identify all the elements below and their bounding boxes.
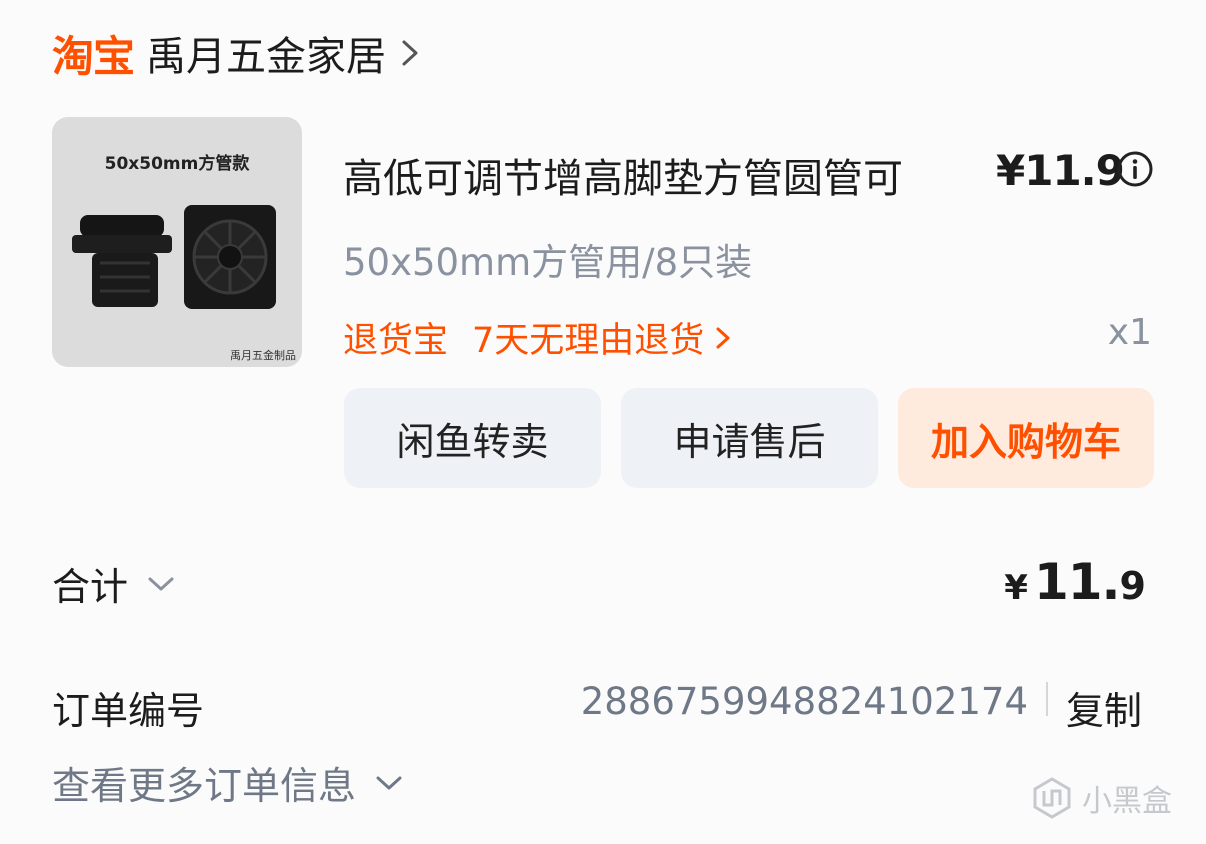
shop-name[interactable]: 禹月五金家居: [146, 24, 386, 82]
watermark-text: 小黑盒: [1082, 784, 1172, 819]
return-guarantee-label: 退货宝: [343, 321, 449, 361]
resell-button[interactable]: 闲鱼转卖: [344, 388, 601, 488]
product-image-watermark: 禹月五金制品: [230, 349, 296, 362]
return-policy-label: 7天无理由退货: [472, 321, 705, 361]
info-icon[interactable]: [1116, 150, 1154, 188]
product-title[interactable]: 高低可调节增高脚垫方管圆管可: [343, 146, 903, 204]
shop-header[interactable]: 淘宝 禹月五金家居: [52, 24, 422, 82]
order-number-label: 订单编号: [52, 689, 205, 733]
chevron-down-icon: [148, 577, 174, 590]
watermark: 小黑盒: [1030, 776, 1172, 820]
product-spec: 50x50mm方管用/8只装: [343, 241, 753, 284]
product-price: ¥11.9: [996, 146, 1125, 195]
return-policy-link[interactable]: 退货宝 7天无理由退货: [343, 312, 732, 363]
add-to-cart-button[interactable]: 加入购物车: [898, 388, 1154, 488]
total-decimal: 9: [1119, 564, 1146, 608]
after-sales-button[interactable]: 申请售后: [621, 388, 878, 488]
total-currency: ¥: [1004, 568, 1028, 608]
divider: [1046, 682, 1048, 716]
total-amount: ¥ 11. 9: [1004, 553, 1146, 611]
total-toggle[interactable]: 合计: [52, 556, 176, 611]
copy-button[interactable]: 复制: [1066, 680, 1142, 735]
chevron-right-icon: [716, 327, 730, 348]
total-integer: 11.: [1033, 553, 1121, 611]
product-photo: [72, 205, 276, 309]
chevron-down-icon: [376, 776, 402, 789]
heybox-logo-icon: [1033, 777, 1071, 819]
product-image[interactable]: 50x50mm方管款 禹月五金制品: [52, 117, 302, 367]
order-detail-page: 淘宝 禹月五金家居 50x50mm方管款 禹月五金制品 高低可调节增高脚垫方管圆…: [0, 0, 1206, 844]
taobao-logo: 淘宝: [52, 31, 135, 81]
product-quantity: x1: [1107, 312, 1152, 353]
order-number: 2886759948824102174: [580, 680, 1028, 723]
chevron-right-icon[interactable]: [398, 38, 422, 68]
total-label: 合计: [52, 565, 129, 609]
more-order-info-toggle[interactable]: 查看更多订单信息: [52, 755, 404, 810]
more-order-info-label: 查看更多订单信息: [52, 764, 357, 808]
